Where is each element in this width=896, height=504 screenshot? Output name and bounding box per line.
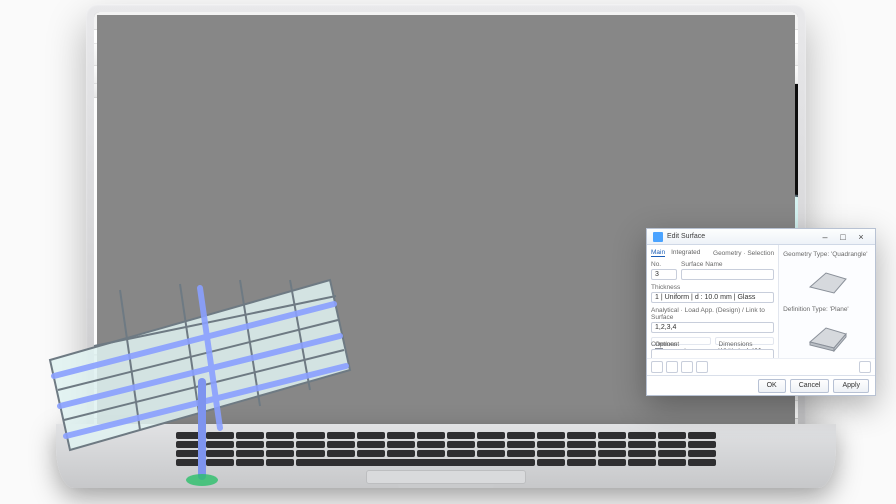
dlg-action-info[interactable] — [859, 361, 871, 373]
geom-type-label: Geometry Type: 'Quadrangle' — [783, 251, 867, 258]
dlg-action-pick[interactable] — [681, 361, 693, 373]
dialog-minimize-icon[interactable]: – — [817, 231, 833, 243]
dialog-maximize-icon[interactable]: □ — [835, 231, 851, 243]
apply-button[interactable]: Apply — [833, 379, 869, 393]
dialog-app-icon — [653, 232, 663, 242]
trackpad — [366, 470, 526, 484]
thick-type-label: Definition Type: 'Plane' — [783, 306, 849, 313]
edit-surface-dialog: Edit Surface – □ × Main Integrated Geome… — [646, 228, 876, 396]
dialog-close-icon[interactable]: × — [853, 231, 869, 243]
no-label: No. — [651, 261, 677, 268]
comment-input[interactable] — [651, 349, 774, 358]
dlg-action-next[interactable] — [666, 361, 678, 373]
thickness-input[interactable]: 1 | Uniform | d : 10.0 mm | Glass — [651, 292, 774, 303]
analytical-label: Analytical · Load App. (Design) / Link t… — [651, 307, 774, 321]
dlg-action-help[interactable] — [696, 361, 708, 373]
no-input[interactable]: 3 — [651, 269, 677, 280]
ok-button[interactable]: OK — [758, 379, 786, 393]
dialog-left-pane: Main Integrated Geometry · Selection No.… — [647, 245, 779, 358]
comment-label: Comment — [651, 341, 774, 348]
dialog-tabs: Main Integrated — [651, 249, 700, 257]
tab-main[interactable]: Main — [651, 249, 665, 257]
surface-name-label: Surface Name — [681, 261, 774, 268]
dialog-section-label: Geometry · Selection — [713, 250, 774, 257]
dialog-preview-pane: Geometry Type: 'Quadrangle' Definition T… — [779, 245, 875, 358]
keyboard — [176, 432, 716, 466]
tab-integrated[interactable]: Integrated — [671, 249, 700, 257]
laptop-deck — [56, 424, 836, 488]
geom-thumb-icon — [804, 267, 850, 297]
thick-thumb-icon — [804, 322, 850, 352]
thickness-label: Thickness — [651, 284, 774, 291]
cancel-button[interactable]: Cancel — [790, 379, 830, 393]
boundary-lines-input[interactable]: 1,2,3,4 — [651, 322, 774, 333]
dlg-action-prev[interactable] — [651, 361, 663, 373]
dialog-titlebar[interactable]: Edit Surface – □ × — [647, 229, 875, 245]
surface-name-input[interactable] — [681, 269, 774, 280]
dialog-title: Edit Surface — [667, 233, 705, 240]
tbl-mode-8[interactable] — [318, 358, 332, 372]
